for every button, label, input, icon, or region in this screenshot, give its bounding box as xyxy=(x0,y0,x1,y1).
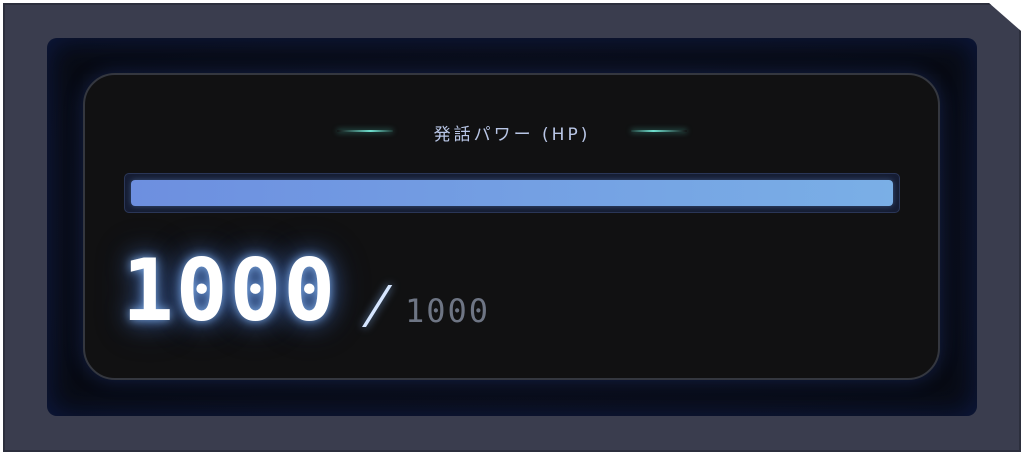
accent-line-left xyxy=(337,130,393,132)
hp-bar-fill xyxy=(131,180,893,206)
hp-label-row: 発話パワー (HP) xyxy=(0,117,1024,145)
hp-bar-track xyxy=(124,173,900,213)
accent-line-right xyxy=(631,130,687,132)
hp-current-value: 1000 xyxy=(122,241,338,341)
hp-label: 発話パワー (HP) xyxy=(433,125,591,145)
hp-max-value: 1000 xyxy=(405,292,491,330)
